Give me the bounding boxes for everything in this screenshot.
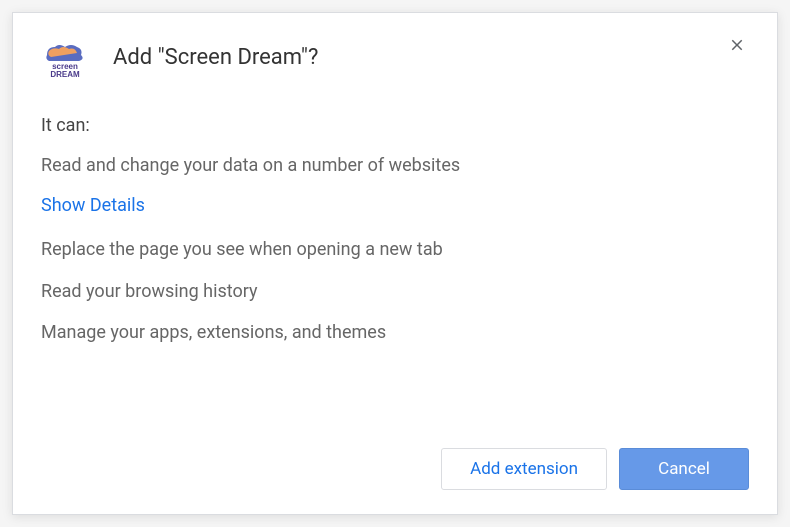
cancel-button[interactable]: Cancel <box>619 448 749 490</box>
permissions-intro: It can: <box>41 115 749 136</box>
dialog-footer: Add extension Cancel <box>41 448 749 490</box>
permission-item: Read and change your data on a number of… <box>41 154 749 177</box>
close-button[interactable] <box>725 33 749 57</box>
extension-icon: screen DREAM <box>41 37 89 85</box>
dialog-body: It can: Read and change your data on a n… <box>41 115 749 432</box>
permission-item: Manage your apps, extensions, and themes <box>41 321 749 344</box>
dialog-header: screen DREAM Add "Screen Dream"? <box>41 37 749 85</box>
show-details-link[interactable]: Show Details <box>41 195 145 216</box>
close-icon <box>728 36 746 54</box>
svg-text:DREAM: DREAM <box>50 70 80 79</box>
extension-install-dialog: screen DREAM Add "Screen Dream"? It can:… <box>12 12 778 515</box>
dialog-title: Add "Screen Dream"? <box>113 37 725 70</box>
add-extension-button[interactable]: Add extension <box>441 448 607 490</box>
permission-item: Read your browsing history <box>41 280 749 303</box>
permission-item: Replace the page you see when opening a … <box>41 238 749 261</box>
